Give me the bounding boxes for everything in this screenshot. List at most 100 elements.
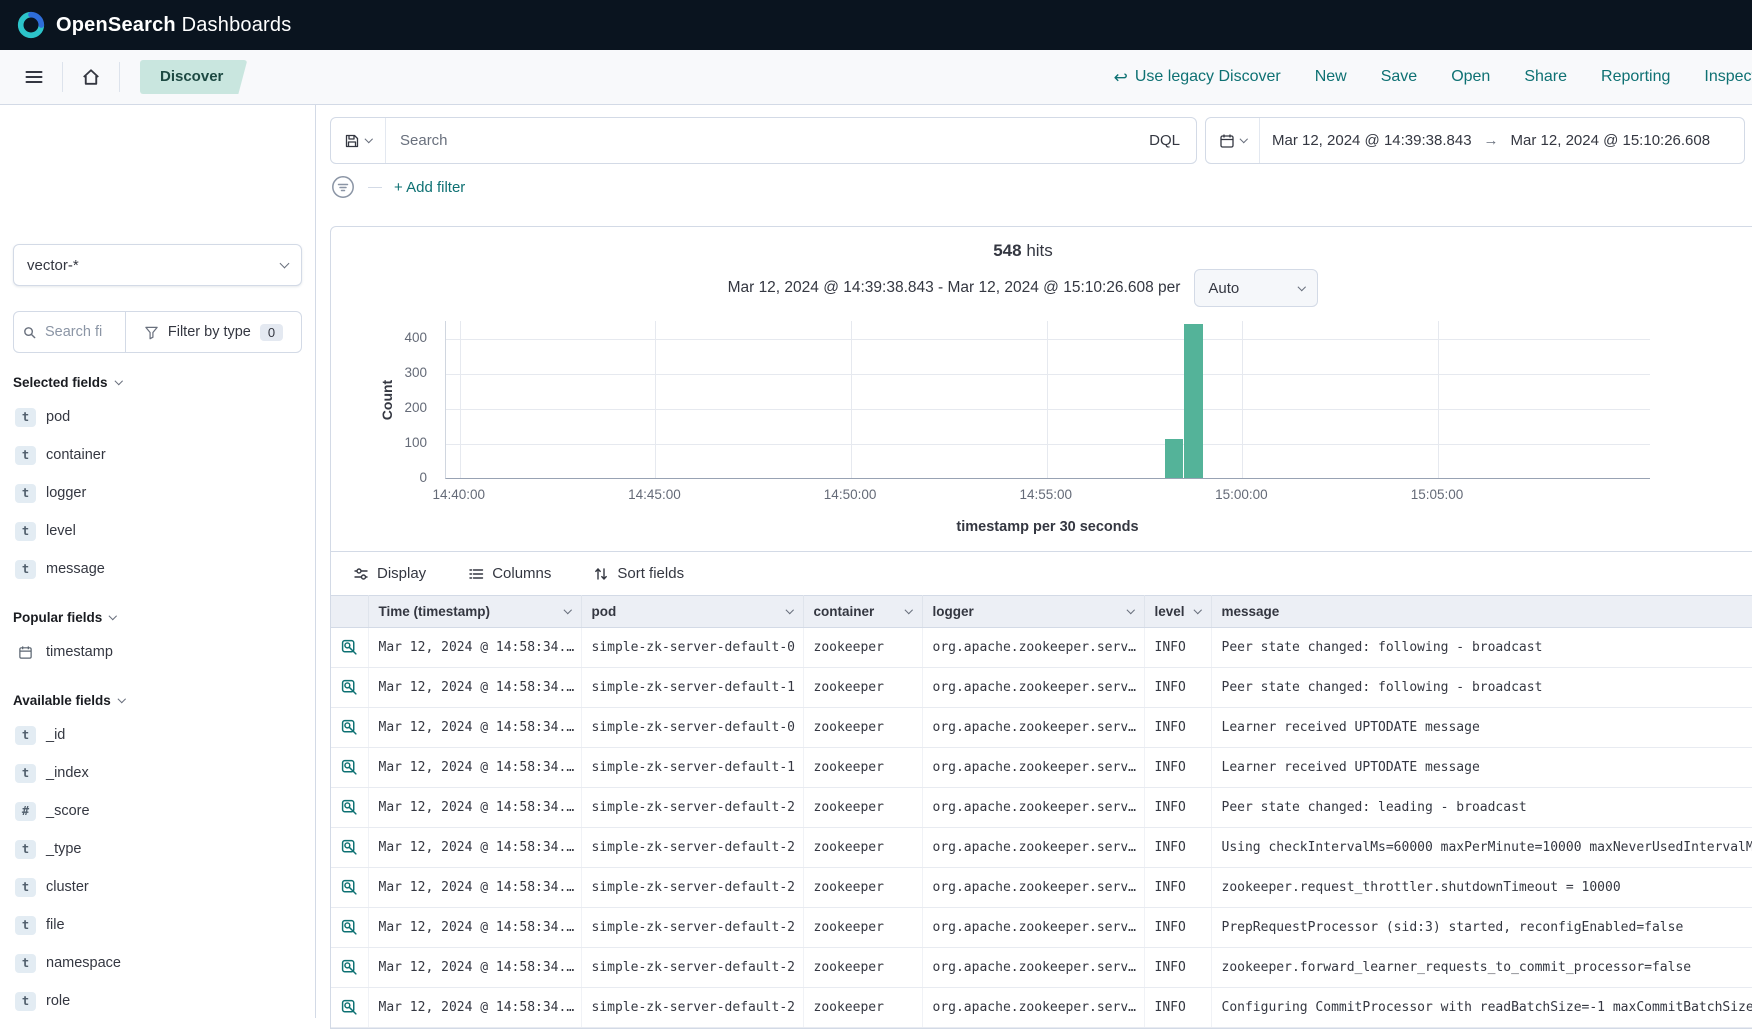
filter-bar: + Add filter (330, 172, 1752, 202)
cell-level: INFO (1144, 788, 1211, 828)
column-header-logger[interactable]: logger (922, 596, 1144, 628)
columns-icon (468, 566, 484, 582)
cell-container: zookeeper (803, 708, 922, 748)
column-header-pod[interactable]: pod (581, 596, 803, 628)
field-item-file[interactable]: tfile (13, 906, 302, 944)
arrow-right-icon: → (1484, 132, 1499, 149)
saved-query-button[interactable] (331, 118, 386, 163)
column-header-message[interactable]: message (1211, 596, 1752, 628)
inspect-document-button[interactable] (331, 788, 368, 827)
display-button[interactable]: Display (347, 564, 432, 583)
menu-button[interactable] (14, 57, 54, 97)
field-item-type[interactable]: t_type (13, 830, 302, 868)
sort-fields-button[interactable]: Sort fields (587, 564, 690, 583)
section-title: Popular fields (13, 610, 102, 625)
field-item-logger[interactable]: tlogger (13, 474, 302, 512)
filter-by-type-button[interactable]: Filter by type 0 (125, 311, 302, 353)
cell-message: zookeeper.request_throttler.shutdownTime… (1211, 868, 1752, 908)
field-item-container[interactable]: tcontainer (13, 436, 302, 474)
histogram-bar[interactable] (1184, 324, 1203, 478)
string-field-icon: t (15, 840, 36, 859)
field-item-namespace[interactable]: tnamespace (13, 944, 302, 982)
histogram-plot[interactable] (445, 321, 1650, 479)
cell-pod: simple-zk-server-default-0 (581, 628, 803, 668)
cell-message: Configuring CommitProcessor with readBat… (1211, 988, 1752, 1028)
inspect-document-button[interactable] (331, 628, 368, 667)
field-item-index[interactable]: t_index (13, 754, 302, 792)
nav-action-inspect[interactable]: Inspect (1704, 68, 1752, 86)
inspect-document-button[interactable] (331, 708, 368, 747)
string-field-icon: t (15, 726, 36, 745)
inspect-document-button[interactable] (331, 748, 368, 787)
home-button[interactable] (71, 57, 111, 97)
nav-action-share[interactable]: Share (1524, 68, 1567, 86)
x-axis-title: timestamp per 30 seconds (445, 519, 1650, 535)
field-item-id[interactable]: t _id (13, 716, 302, 754)
search-input[interactable] (386, 132, 1133, 149)
date-range-start[interactable]: Mar 12, 2024 @ 14:39:38.843 (1260, 132, 1484, 149)
calendar-icon (15, 645, 36, 660)
field-item-pod[interactable]: tpod (13, 398, 302, 436)
field-name: timestamp (46, 644, 113, 660)
column-header-level[interactable]: level (1144, 596, 1211, 628)
x-axis-tick: 15:00:00 (1196, 487, 1286, 502)
field-name: container (46, 447, 106, 463)
cell-container: zookeeper (803, 828, 922, 868)
gridline (1047, 321, 1048, 478)
nav-action-new[interactable]: New (1315, 68, 1347, 86)
query-language-button[interactable]: DQL (1133, 118, 1196, 163)
x-axis-tick: 14:50:00 (805, 487, 895, 502)
chevron-down-icon (1127, 606, 1135, 614)
interval-select[interactable]: Auto (1194, 269, 1318, 307)
inspect-document-button[interactable] (331, 988, 368, 1027)
inspect-document-button[interactable] (331, 908, 368, 947)
gridline (1242, 321, 1243, 478)
field-name: _id (46, 727, 65, 743)
nav-action-open[interactable]: Open (1451, 68, 1490, 86)
expand-cell (331, 748, 368, 788)
cell-container: zookeeper (803, 628, 922, 668)
field-search-input[interactable] (43, 323, 113, 341)
filter-menu-button[interactable] (330, 174, 356, 200)
date-range-end[interactable]: Mar 12, 2024 @ 15:10:26.608 (1499, 132, 1723, 149)
field-name: namespace (46, 955, 121, 971)
expand-cell (331, 868, 368, 908)
column-label: Time (timestamp) (379, 604, 491, 619)
add-filter-link[interactable]: + Add filter (394, 179, 465, 196)
histogram-bar[interactable] (1165, 439, 1184, 478)
chevron-down-icon (365, 135, 373, 143)
inspect-document-button[interactable] (331, 948, 368, 987)
section-header-available-fields[interactable]: Available fields (13, 693, 302, 708)
nav-action-reporting[interactable]: Reporting (1601, 68, 1670, 86)
column-header-time[interactable]: Time (timestamp) (368, 596, 581, 628)
field-item-message[interactable]: tmessage (13, 550, 302, 588)
results-panel: 548 hits Mar 12, 2024 @ 14:39:38.843 - M… (330, 226, 1752, 1029)
nav-action-use-legacy-discover[interactable]: ↩Use legacy Discover (1114, 68, 1281, 86)
inspect-document-button[interactable] (331, 828, 368, 867)
inspect-document-button[interactable] (331, 868, 368, 907)
discover-main: DQL Mar 12, 2024 @ 14:39:38.843 → Mar 12… (316, 105, 1752, 1018)
section-header-selected-fields[interactable]: Selected fields (13, 375, 302, 390)
field-item-level[interactable]: tlevel (13, 512, 302, 550)
histogram-section: 548 hits Mar 12, 2024 @ 14:39:38.843 - M… (331, 227, 1715, 535)
hits-subtitle-row: Mar 12, 2024 @ 14:39:38.843 - Mar 12, 20… (331, 269, 1715, 307)
cell-level: INFO (1144, 828, 1211, 868)
field-item-role[interactable]: trole (13, 982, 302, 1020)
columns-button[interactable]: Columns (462, 564, 557, 583)
cell-container: zookeeper (803, 668, 922, 708)
field-item-cluster[interactable]: tcluster (13, 868, 302, 906)
funnel-icon (144, 325, 159, 340)
header-cell: level (1155, 604, 1201, 619)
date-quick-select-button[interactable] (1206, 118, 1260, 163)
x-axis-tick: 14:55:00 (1001, 487, 1091, 502)
breadcrumb[interactable]: Discover (140, 60, 247, 94)
inspect-document-button[interactable] (331, 668, 368, 707)
index-pattern-select[interactable]: vector-* (13, 244, 302, 286)
nav-action-save[interactable]: Save (1381, 68, 1417, 86)
column-header-container[interactable]: container (803, 596, 922, 628)
field-name: cluster (46, 879, 89, 895)
section-header-popular-fields[interactable]: Popular fields (13, 610, 302, 625)
field-item-score[interactable]: #_score (13, 792, 302, 830)
field-item-timestamp[interactable]: timestamp (13, 633, 302, 671)
table-row: Mar 12, 2024 @ 14:58:34.…simple-zk-serve… (331, 988, 1752, 1028)
